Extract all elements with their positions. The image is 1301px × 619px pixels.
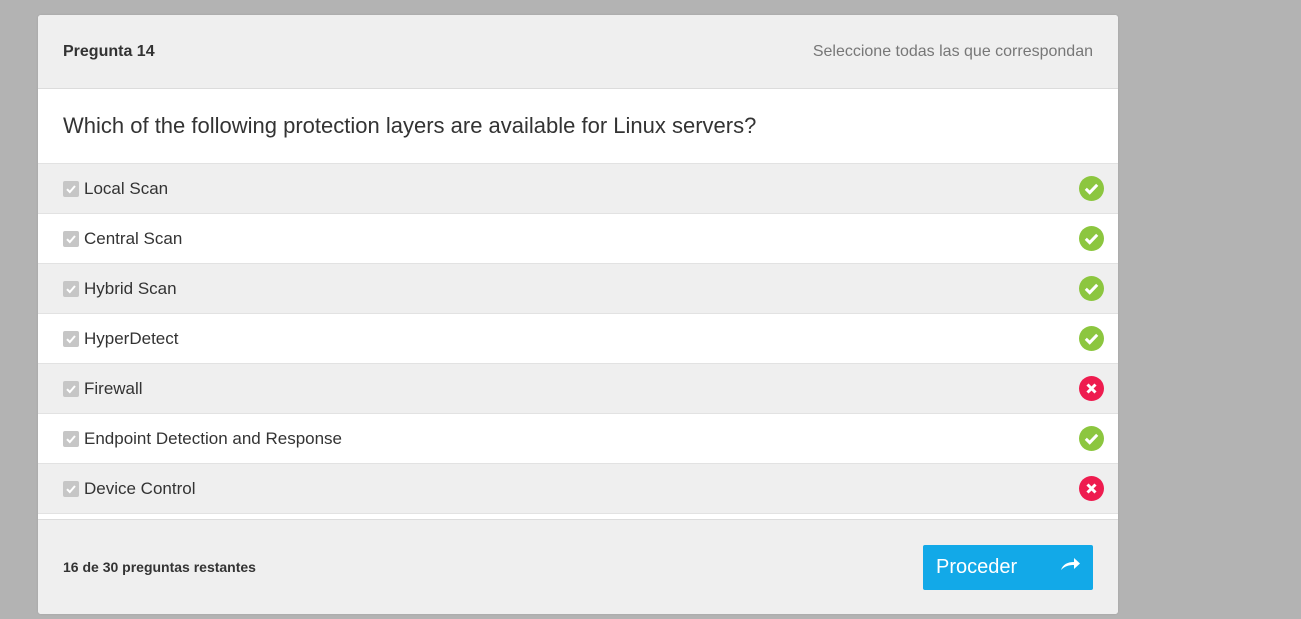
option-row[interactable]: HyperDetect: [38, 314, 1118, 364]
option-label: Device Control: [84, 478, 196, 498]
option-label: Central Scan: [84, 228, 183, 248]
incorrect-x-icon: [1079, 476, 1104, 501]
proceed-button[interactable]: Proceder: [923, 544, 1093, 590]
checkbox-checked[interactable]: [63, 230, 79, 247]
correct-check-icon: [1079, 176, 1104, 201]
checkbox-checked[interactable]: [63, 330, 79, 347]
option-content: Central Scan: [63, 229, 182, 249]
card-footer: 16 de 30 preguntas restantes Proceder: [38, 519, 1118, 614]
incorrect-x-icon: [1079, 376, 1104, 401]
remaining-count: 16 de 30 preguntas restantes: [63, 559, 256, 575]
option-label: Endpoint Detection and Response: [84, 428, 343, 448]
proceed-label: Proceder: [936, 555, 1018, 578]
option-content: Endpoint Detection and Response: [63, 429, 342, 449]
option-label: HyperDetect: [84, 328, 179, 348]
option-row[interactable]: Firewall: [38, 364, 1118, 414]
option-content: Hybrid Scan: [63, 279, 177, 299]
checkbox-checked[interactable]: [63, 180, 79, 197]
options-list: Local Scan Central Scan Hybrid Scan Hype…: [38, 164, 1118, 514]
correct-check-icon: [1079, 326, 1104, 351]
question-card: Pregunta 14 Seleccione todas las que cor…: [38, 15, 1118, 614]
option-row[interactable]: Hybrid Scan: [38, 264, 1118, 314]
option-row[interactable]: Device Control: [38, 464, 1118, 514]
checkbox-checked[interactable]: [63, 430, 79, 447]
option-label: Hybrid Scan: [84, 278, 177, 298]
option-row[interactable]: Central Scan: [38, 214, 1118, 264]
correct-check-icon: [1079, 426, 1104, 451]
question-text: Which of the following protection layers…: [38, 89, 1118, 164]
question-instruction: Seleccione todas las que correspondan: [812, 42, 1093, 60]
card-header: Pregunta 14 Seleccione todas las que cor…: [38, 15, 1118, 89]
option-content: Local Scan: [63, 179, 168, 199]
correct-check-icon: [1079, 226, 1104, 251]
checkbox-checked[interactable]: [63, 380, 79, 397]
question-number: Pregunta 14: [63, 42, 155, 60]
option-row[interactable]: Endpoint Detection and Response: [38, 414, 1118, 464]
option-label: Firewall: [84, 378, 143, 398]
option-label: Local Scan: [84, 178, 169, 198]
option-content: Device Control: [63, 479, 196, 499]
checkbox-checked[interactable]: [63, 280, 79, 297]
checkbox-checked[interactable]: [63, 480, 79, 497]
option-row[interactable]: Local Scan: [38, 164, 1118, 214]
option-content: Firewall: [63, 379, 143, 399]
option-content: HyperDetect: [63, 329, 178, 349]
correct-check-icon: [1079, 276, 1104, 301]
arrow-share-icon: [1059, 556, 1081, 579]
